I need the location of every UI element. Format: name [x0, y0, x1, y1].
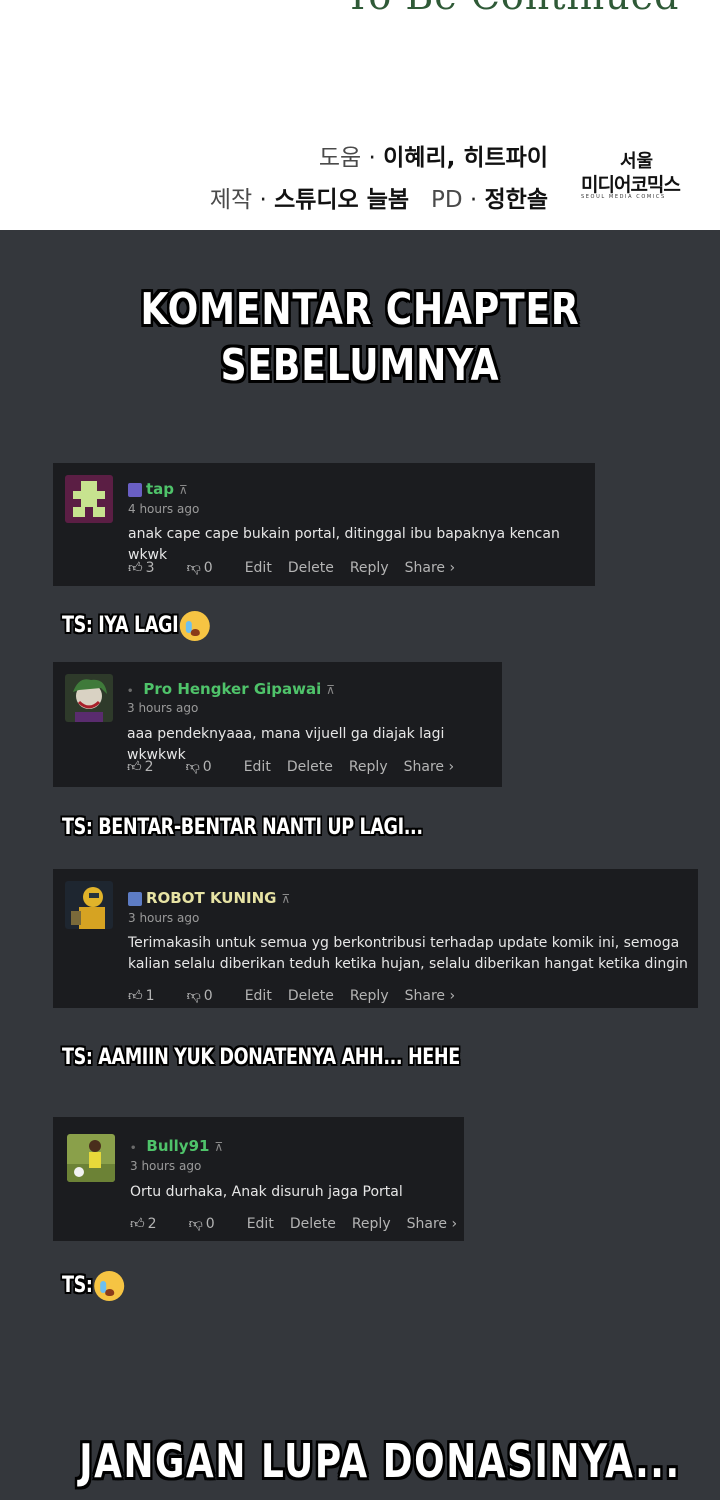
dislike-button[interactable]: 👎︎ 0	[187, 988, 229, 1004]
like-button[interactable]: 👍︎ 3	[128, 560, 171, 576]
translator-reply: TS: BENTAR-BENTAR NANTI UP LAGI...	[62, 815, 423, 840]
section-title-line1: KOMENTAR CHAPTER	[140, 284, 580, 335]
edit-button[interactable]: Edit	[244, 759, 271, 775]
user-badge-icon	[128, 891, 142, 906]
comment-card: • Pro Hengker Gipawai ⊼ 3 hours ago aaa pe…	[53, 662, 502, 787]
username-text[interactable]: Pro Hengker Gipawai	[143, 680, 321, 698]
thumbs-down-icon: 👎︎	[186, 560, 201, 576]
translator-reply: TS: IYA LAGI	[62, 611, 211, 641]
translator-reply: TS: AAMIIN YUK DONATENYA AHH... HEHE	[62, 1045, 460, 1070]
avatar[interactable]	[67, 1134, 115, 1182]
translator-reply: TS:	[62, 1271, 125, 1301]
reply-button[interactable]: Reply	[349, 759, 388, 775]
dislike-button[interactable]: 👎︎ 0	[187, 560, 229, 576]
edit-button[interactable]: Edit	[247, 1216, 274, 1232]
comment-card: • Bully91 ⊼ 3 hours ago Ortu durhaka, Anak…	[53, 1117, 464, 1241]
delete-button[interactable]: Delete	[287, 759, 333, 775]
comment-time: 3 hours ago	[127, 701, 199, 715]
comment-username[interactable]: • Pro Hengker Gipawai ⊼	[127, 680, 335, 698]
dislike-count: 0	[203, 560, 213, 576]
pin-icon[interactable]: ⊼	[179, 483, 188, 497]
delete-button[interactable]: Delete	[288, 560, 334, 576]
username-text[interactable]: ROBOT KUNING	[146, 889, 276, 907]
comment-username[interactable]: • Bully91 ⊼	[130, 1137, 223, 1155]
avatar[interactable]	[65, 881, 113, 929]
credit-help-label: 도움	[318, 145, 362, 171]
delete-button[interactable]: Delete	[290, 1216, 336, 1232]
pin-icon[interactable]: ⊼	[326, 683, 335, 697]
comment-actions: 👍︎ 3 👎︎ 0 Edit Delete Reply Share ›	[128, 559, 471, 576]
comment-text: Ortu durhaka, Anak disuruh jaga Portal	[130, 1184, 403, 1200]
thumbs-up-icon: 👍︎	[127, 759, 142, 775]
comment-actions: 👍︎ 2 👎︎ 0 Edit Delete Reply Share ›	[127, 758, 470, 775]
dislike-count: 0	[205, 1216, 215, 1232]
like-count: 1	[145, 988, 155, 1004]
dislike-count: 0	[203, 988, 213, 1004]
edit-button[interactable]: Edit	[245, 988, 272, 1004]
status-dot-icon: •	[127, 686, 134, 697]
thumbs-down-icon: 👎︎	[185, 759, 200, 775]
edit-button[interactable]: Edit	[245, 560, 272, 576]
comment-card: tap ⊼ 4 hours ago anak cape cape bukain p…	[53, 463, 595, 586]
user-badge-icon	[128, 482, 142, 497]
like-button[interactable]: 👍︎ 2	[130, 1216, 173, 1232]
dislike-button[interactable]: 👎︎ 0	[189, 1216, 231, 1232]
credit-pd-label: PD	[430, 187, 463, 213]
credit-production-label: 제작	[209, 187, 253, 213]
thumbs-up-icon: 👍︎	[128, 560, 143, 576]
translator-reply-text: TS:	[62, 1273, 93, 1298]
translator-reply-text: TS: IYA LAGI	[62, 613, 179, 638]
credit-line-production: 제작 · 스튜디오 늘봄 PD · 정한솔	[209, 187, 548, 213]
share-button[interactable]: Share ›	[405, 988, 455, 1004]
crying-emoji-icon	[180, 611, 211, 641]
comment-actions: 👍︎ 2 👎︎ 0 Edit Delete Reply Share ›	[130, 1215, 473, 1232]
username-text[interactable]: tap	[146, 480, 174, 498]
comment-time: 3 hours ago	[130, 1159, 202, 1173]
reply-button[interactable]: Reply	[350, 560, 389, 576]
thumbs-up-icon: 👍︎	[130, 1216, 145, 1232]
translator-reply-text: TS: BENTAR-BENTAR NANTI UP LAGI...	[62, 815, 423, 840]
delete-button[interactable]: Delete	[288, 988, 334, 1004]
share-button[interactable]: Share ›	[405, 560, 455, 576]
end-credits-panel: To Be Continued 도움 · 이혜리, 히트파이 제작 · 스튜디오…	[0, 0, 720, 230]
pin-icon[interactable]: ⊼	[214, 1140, 223, 1154]
thumbs-down-icon: 👎︎	[188, 1216, 203, 1232]
share-button[interactable]: Share ›	[407, 1216, 457, 1232]
donation-reminder: JANGAN LUPA DONASINYA...	[79, 1434, 681, 1488]
crying-emoji-icon	[94, 1271, 125, 1301]
like-count: 2	[144, 759, 154, 775]
section-title-line2: SEBELUMNYA	[220, 340, 500, 391]
reply-button[interactable]: Reply	[352, 1216, 391, 1232]
credit-help-names: 이혜리, 히트파이	[383, 145, 548, 171]
avatar[interactable]	[65, 475, 113, 523]
publisher-logo-line3: SEOUL MEDIA COMICS	[581, 194, 666, 200]
like-button[interactable]: 👍︎ 1	[128, 988, 171, 1004]
status-dot-icon: •	[130, 1143, 137, 1154]
like-count: 3	[145, 560, 155, 576]
translator-reply-text: TS: AAMIIN YUK DONATENYA AHH... HEHE	[62, 1045, 460, 1070]
credit-studio: 스튜디오 늘봄	[274, 187, 410, 213]
avatar[interactable]	[65, 674, 113, 722]
pin-icon[interactable]: ⊼	[281, 892, 290, 906]
to-be-continued-text: To Be Continued	[345, 0, 679, 18]
thumbs-down-icon: 👎︎	[186, 988, 201, 1004]
comment-username[interactable]: ROBOT KUNING ⊼	[128, 889, 290, 907]
credit-line-help: 도움 · 이혜리, 히트파이	[318, 145, 548, 171]
like-count: 2	[147, 1216, 157, 1232]
like-button[interactable]: 👍︎ 2	[127, 759, 170, 775]
dislike-count: 0	[202, 759, 212, 775]
credit-pd-name: 정한솔	[484, 187, 548, 213]
comment-time: 4 hours ago	[128, 502, 200, 516]
comment-time: 3 hours ago	[128, 911, 200, 925]
dislike-button[interactable]: 👎︎ 0	[186, 759, 228, 775]
thumbs-up-icon: 👍︎	[128, 988, 143, 1004]
reply-button[interactable]: Reply	[350, 988, 389, 1004]
publisher-logo-line2: 미디어코믹스	[581, 174, 681, 196]
comment-actions: 👍︎ 1 👎︎ 0 Edit Delete Reply Share ›	[128, 987, 471, 1004]
username-text[interactable]: Bully91	[146, 1137, 209, 1155]
comment-text: Terimakasih untuk semua yg berkontribusi…	[128, 935, 688, 972]
comment-card: ROBOT KUNING ⊼ 3 hours ago Terimakasih un…	[53, 869, 698, 1008]
comment-username[interactable]: tap ⊼	[128, 480, 188, 498]
share-button[interactable]: Share ›	[404, 759, 454, 775]
